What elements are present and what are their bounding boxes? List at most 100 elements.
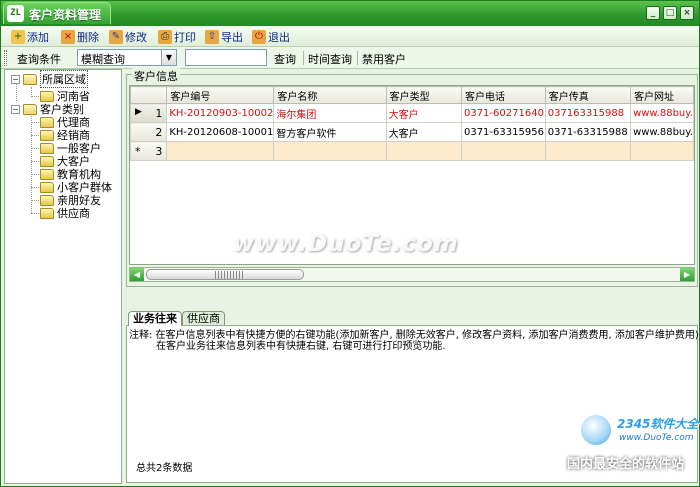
table-cell[interactable]: KH-20120903-10002 <box>166 103 275 123</box>
folder-icon <box>40 90 54 102</box>
table-row[interactable]: ▶ 1 KH-20120903-10002 海尔集团 大客户 0371-60271… <box>130 103 694 123</box>
horizontal-scrollbar[interactable]: ◀ ▶ <box>129 267 695 282</box>
category-tree: − 所属区域 河南省 − 客户类别 代理商 经销商 一般客户 大客户 教育机构 … <box>4 69 122 484</box>
row-header[interactable]: 2 <box>130 122 168 142</box>
table-cell[interactable] <box>460 141 546 161</box>
table-cell[interactable]: 0371-60271640 <box>460 103 546 123</box>
watermark-url: www.DuoTe.com <box>619 433 694 443</box>
customer-table: 客户编号 客户名称 客户类型 客户电话 客户传真 客户网址 ▶ 1 KH-2012… <box>130 86 694 161</box>
scrollbar-thumb[interactable] <box>146 269 304 280</box>
query-mode-value: 模糊查询 <box>81 53 125 66</box>
search-toolbar: 查询条件 模糊查询 ▼ 查询 时间查询 禁用客户 <box>1 47 699 69</box>
toolbar-divider <box>357 51 358 65</box>
main-toolbar: + 添加 × 删除 ✎ 修改 ⎙ 打印 ⇧ 导出 ⏻ 退出 <box>1 26 699 47</box>
customer-info-legend: 客户信息 <box>132 68 180 84</box>
folder-icon <box>40 155 54 167</box>
add-button[interactable]: + 添加 <box>11 28 49 45</box>
toolbar-grip[interactable] <box>4 50 7 66</box>
table-row[interactable]: 2 KH-20120608-10001 智方客户软件 大客户 0371-6331… <box>130 122 694 142</box>
table-cell[interactable] <box>630 141 694 161</box>
edit-user-icon: ✎ <box>109 29 123 44</box>
column-header[interactable]: 客户类型 <box>385 86 462 104</box>
minimize-button[interactable]: _ <box>646 6 660 20</box>
folder-icon <box>40 142 54 154</box>
edit-button[interactable]: ✎ 修改 <box>109 28 147 45</box>
table-cell[interactable]: 0371-63315988 <box>544 122 632 142</box>
tree-line <box>31 213 39 214</box>
watermark-brand: 2345软件大全 <box>617 417 699 431</box>
add-user-icon: + <box>11 29 25 44</box>
export-icon: ⇧ <box>205 29 219 44</box>
table-cell[interactable] <box>166 141 275 161</box>
column-header[interactable]: 客户名称 <box>273 86 387 104</box>
table-cell[interactable] <box>544 141 632 161</box>
chevron-down-icon[interactable]: ▼ <box>161 50 176 65</box>
collapse-icon[interactable]: − <box>11 74 20 84</box>
folder-icon <box>40 207 54 219</box>
tab-business[interactable]: 业务往来 <box>128 311 182 326</box>
print-button[interactable]: ⎙ 打印 <box>158 28 196 45</box>
app-icon: ZL <box>7 5 24 22</box>
main-window: ZL 客户资料管理 _ □ × + 添加 × 删除 ✎ 修改 ⎙ 打印 ⇧ 导出… <box>0 0 700 487</box>
column-header[interactable]: 客户编号 <box>166 86 275 104</box>
tree-line <box>31 148 39 149</box>
export-button[interactable]: ⇧ 导出 <box>205 28 243 45</box>
exit-button[interactable]: ⏻ 退出 <box>252 28 290 45</box>
row-header[interactable]: * 3 <box>130 141 168 161</box>
printer-icon: ⎙ <box>158 29 172 44</box>
folder-icon <box>40 181 54 193</box>
delete-label: 删除 <box>77 30 99 44</box>
watermark-badge: 2345软件大全 www.DuoTe.com 国内最安全的软件站 <box>567 413 699 483</box>
table-cell[interactable] <box>273 141 387 161</box>
table-cell[interactable]: www.88buy. <box>630 122 694 142</box>
row-header[interactable]: ▶ 1 <box>130 103 168 123</box>
table-cell[interactable]: www.88buy. <box>630 103 694 123</box>
tree-node-region[interactable]: − 所属区域 <box>11 70 88 88</box>
exit-label: 退出 <box>268 30 290 44</box>
tree-line <box>31 135 39 136</box>
column-header[interactable]: 客户传真 <box>544 86 632 104</box>
time-query-button[interactable]: 时间查询 <box>308 51 352 67</box>
maximize-button[interactable]: □ <box>663 6 677 20</box>
scroll-left-icon[interactable]: ◀ <box>130 268 144 281</box>
query-mode-select[interactable]: 模糊查询 ▼ <box>77 49 177 66</box>
print-label: 打印 <box>174 30 196 44</box>
tree-node-label: 所属区域 <box>40 70 88 88</box>
note-line-2: 在客户业务往来信息列表中有快捷右键, 右键可进行打印预览功能. <box>156 341 446 352</box>
query-condition-label: 查询条件 <box>17 53 61 66</box>
folder-open-icon <box>23 103 37 115</box>
title-bar[interactable]: ZL 客户资料管理 _ □ × <box>1 1 699 26</box>
tree-node-supplier[interactable]: 供应商 <box>40 206 90 220</box>
disable-customer-button[interactable]: 禁用客户 <box>362 51 406 67</box>
table-row-new[interactable]: * 3 <box>130 141 694 161</box>
table-cell[interactable]: 0371-63315956 <box>460 122 546 142</box>
table-cell[interactable]: 037163315988 <box>544 103 632 123</box>
table-cell[interactable]: KH-20120608-10001 <box>166 122 275 142</box>
table-cell[interactable]: 智方客户软件 <box>273 122 387 142</box>
folder-open-icon <box>23 73 37 85</box>
query-button[interactable]: 查询 <box>274 51 296 67</box>
export-label: 导出 <box>221 30 243 44</box>
exit-icon: ⏻ <box>252 29 266 44</box>
delete-button[interactable]: × 删除 <box>61 28 99 45</box>
tab-supplier[interactable]: 供应商 <box>182 311 225 326</box>
table-cell[interactable]: 海尔集团 <box>273 103 387 123</box>
search-input[interactable] <box>185 49 267 66</box>
close-button[interactable]: × <box>680 6 694 20</box>
collapse-icon[interactable]: − <box>11 104 20 114</box>
watermark-text: www.DuoTe.com <box>233 231 459 257</box>
scroll-right-icon[interactable]: ▶ <box>680 268 694 281</box>
tree-line <box>31 122 39 123</box>
total-count: 总共2条数据 <box>136 463 193 474</box>
tree-line <box>31 187 39 188</box>
table-cell[interactable]: 大客户 <box>385 103 462 123</box>
tree-line <box>31 174 39 175</box>
table-cell[interactable] <box>385 141 462 161</box>
column-header[interactable]: 客户电话 <box>460 86 546 104</box>
column-header[interactable]: 客户网址 <box>630 86 694 104</box>
delete-user-icon: × <box>61 29 75 44</box>
edit-label: 修改 <box>125 30 147 44</box>
table-cell[interactable]: 大客户 <box>385 122 462 142</box>
table-header-row: 客户编号 客户名称 客户类型 客户电话 客户传真 客户网址 <box>130 86 694 104</box>
add-label: 添加 <box>27 30 49 44</box>
